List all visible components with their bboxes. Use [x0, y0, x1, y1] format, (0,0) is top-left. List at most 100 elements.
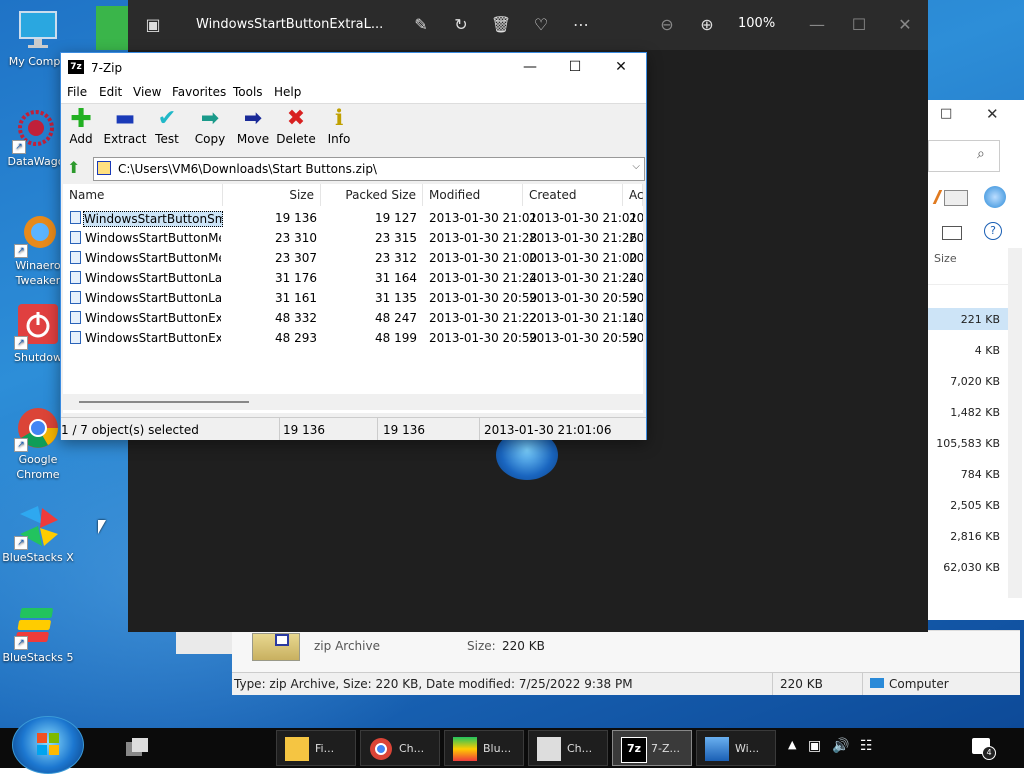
- column-header-modified[interactable]: Modified: [423, 184, 523, 206]
- file-created: 2013-01-30 20:59: [529, 331, 638, 345]
- help-icon[interactable]: ?: [984, 222, 1002, 240]
- file-packed-size: 31 135: [375, 291, 417, 305]
- zoom-out-icon[interactable]: ⊖: [654, 12, 680, 38]
- search-icon: ⌕: [977, 146, 985, 162]
- explorer-nav-pane-fragment: [176, 630, 232, 654]
- menu-tools[interactable]: Tools: [233, 85, 263, 99]
- file-row[interactable]: WindowsStartButtonMe... 23 310 23 315 20…: [63, 228, 643, 248]
- properties-icon[interactable]: [944, 190, 968, 206]
- file-created: 2013-01-30 21:26: [529, 231, 638, 245]
- volume-icon[interactable]: 🔊: [832, 738, 849, 754]
- pane-icon[interactable]: [942, 226, 962, 240]
- file-modified: 2013-01-30 21:24: [429, 271, 538, 285]
- address-bar[interactable]: C:\Users\VM6\Downloads\Start Buttons.zip…: [93, 157, 645, 181]
- settings-sliders-icon[interactable]: ☷: [860, 738, 873, 754]
- menu-bar: File Edit View Favorites Tools Help: [61, 82, 646, 104]
- file-packed-size: 31 164: [375, 271, 417, 285]
- status-divider: [479, 418, 480, 440]
- minimize-icon[interactable]: —: [507, 53, 553, 82]
- file-modified: 2013-01-30 20:59: [429, 291, 538, 305]
- menu-view[interactable]: View: [133, 85, 161, 99]
- globe-icon[interactable]: [984, 186, 1006, 208]
- taskbar-7zip[interactable]: 7z 7-Z...: [612, 730, 692, 766]
- desktop: My Compu ↗ DataWago ↗ Winaero Tweaker ↗ …: [0, 0, 1024, 728]
- plus-icon: ✚: [70, 104, 92, 134]
- more-options-icon[interactable]: ⋯: [568, 12, 594, 38]
- taskbar-bluestacks[interactable]: Blu...: [444, 730, 524, 766]
- task-view-icon[interactable]: [120, 734, 152, 762]
- horizontal-scrollbar[interactable]: [63, 394, 643, 410]
- menu-favorites[interactable]: Favorites: [172, 85, 226, 99]
- sevenzip-titlebar[interactable]: 7z 7-Zip — ☐ ✕: [61, 53, 646, 82]
- status-size: 220 KB: [780, 677, 823, 691]
- info-label: Info: [327, 132, 351, 146]
- maximize-icon[interactable]: □: [940, 106, 952, 121]
- move-button[interactable]: ➡ Move: [231, 106, 275, 146]
- copy-button[interactable]: ➡ Copy: [188, 106, 232, 146]
- file-list: Name Size Packed Size Modified Created A…: [63, 184, 644, 413]
- file-row[interactable]: WindowsStartButtonExt... 48 293 48 199 2…: [63, 328, 643, 348]
- parent-folder-icon[interactable]: ⬆: [67, 159, 85, 177]
- file-size: 31 176: [275, 271, 317, 285]
- add-button[interactable]: ✚ Add: [59, 106, 103, 146]
- menu-edit[interactable]: Edit: [99, 85, 122, 99]
- see-all-photos-icon[interactable]: ▣: [140, 12, 166, 38]
- test-button[interactable]: ✔ Test: [145, 106, 189, 146]
- taskbar-photos[interactable]: Wi...: [696, 730, 776, 766]
- close-icon[interactable]: ✕: [986, 105, 999, 123]
- column-header-accessed[interactable]: Ac: [623, 184, 644, 206]
- column-header-name[interactable]: Name: [63, 184, 223, 206]
- network-icon[interactable]: ▣: [808, 738, 821, 754]
- partial-app-icon[interactable]: [96, 6, 128, 50]
- delete-button[interactable]: ✖ Delete: [274, 106, 318, 146]
- file-row[interactable]: WindowsStartButtonLar... 31 161 31 135 2…: [63, 288, 643, 308]
- delete-icon[interactable]: 🗑: [488, 12, 514, 38]
- menu-help[interactable]: Help: [274, 85, 301, 99]
- explorer-search-box[interactable]: ⌕: [928, 140, 1000, 172]
- zip-folder-icon: [97, 161, 111, 175]
- close-icon[interactable]: ✕: [892, 12, 918, 38]
- minus-icon: ▬: [114, 106, 136, 131]
- desktop-icon-bluestacks-5[interactable]: ↗ BlueStacks 5: [2, 604, 74, 665]
- chevron-down-icon[interactable]: ⌵: [632, 161, 640, 172]
- size-column-header: Size: [934, 252, 957, 265]
- zoom-in-icon[interactable]: ⊕: [694, 12, 720, 38]
- column-header-size[interactable]: Size: [223, 184, 321, 206]
- scrollbar-thumb[interactable]: [79, 401, 249, 403]
- file-row[interactable]: WindowsStartButtonMe... 23 307 23 312 20…: [63, 248, 643, 268]
- close-icon[interactable]: ✕: [598, 53, 644, 82]
- notification-icon[interactable]: 4: [972, 738, 996, 760]
- chevron-up-icon[interactable]: ▲: [788, 738, 796, 751]
- taskbar-file-explorer[interactable]: Fi...: [276, 730, 356, 766]
- checkmark-icon: ✔: [157, 106, 177, 131]
- status-packed: 19 136: [383, 423, 425, 437]
- document-icon: [537, 737, 561, 761]
- edit-image-icon[interactable]: ✎: [408, 12, 434, 38]
- maximize-icon[interactable]: ☐: [552, 53, 598, 82]
- shortcut-arrow-icon: ↗: [14, 336, 28, 350]
- delete-label: Delete: [276, 132, 316, 146]
- file-size: 31 161: [275, 291, 317, 305]
- extract-button[interactable]: ▬ Extract: [103, 106, 147, 146]
- file-row[interactable]: WindowsStartButtonLar... 31 176 31 164 2…: [63, 268, 643, 288]
- column-header-packed-size[interactable]: Packed Size: [321, 184, 423, 206]
- maximize-icon[interactable]: ☐: [846, 12, 872, 38]
- menu-file[interactable]: File: [67, 85, 87, 99]
- start-button[interactable]: [12, 716, 84, 774]
- taskbar-chrome[interactable]: Ch...: [360, 730, 440, 766]
- favorite-heart-icon[interactable]: ♡: [528, 12, 554, 38]
- shortcut-arrow-icon: ↗: [14, 536, 28, 550]
- zoom-level[interactable]: 100%: [738, 16, 775, 31]
- explorer-scrollbar[interactable]: [1008, 248, 1022, 598]
- file-row[interactable]: WindowsStartButtonExt... 48 332 48 247 2…: [63, 308, 643, 328]
- rotate-icon[interactable]: ↻: [448, 12, 474, 38]
- column-header-created[interactable]: Created: [523, 184, 623, 206]
- file-modified: 2013-01-30 21:01: [429, 211, 538, 225]
- move-label: Move: [236, 132, 270, 146]
- taskbar-document[interactable]: Ch...: [528, 730, 608, 766]
- info-button[interactable]: ℹ Info: [317, 106, 361, 146]
- explorer-column-header[interactable]: Size: [928, 248, 1008, 285]
- desktop-icon-bluestacks-x[interactable]: ↗ BlueStacks X: [2, 504, 74, 565]
- file-row[interactable]: WindowsStartButtonSm... 19 136 19 127 20…: [63, 208, 643, 228]
- minimize-icon[interactable]: —: [804, 12, 830, 38]
